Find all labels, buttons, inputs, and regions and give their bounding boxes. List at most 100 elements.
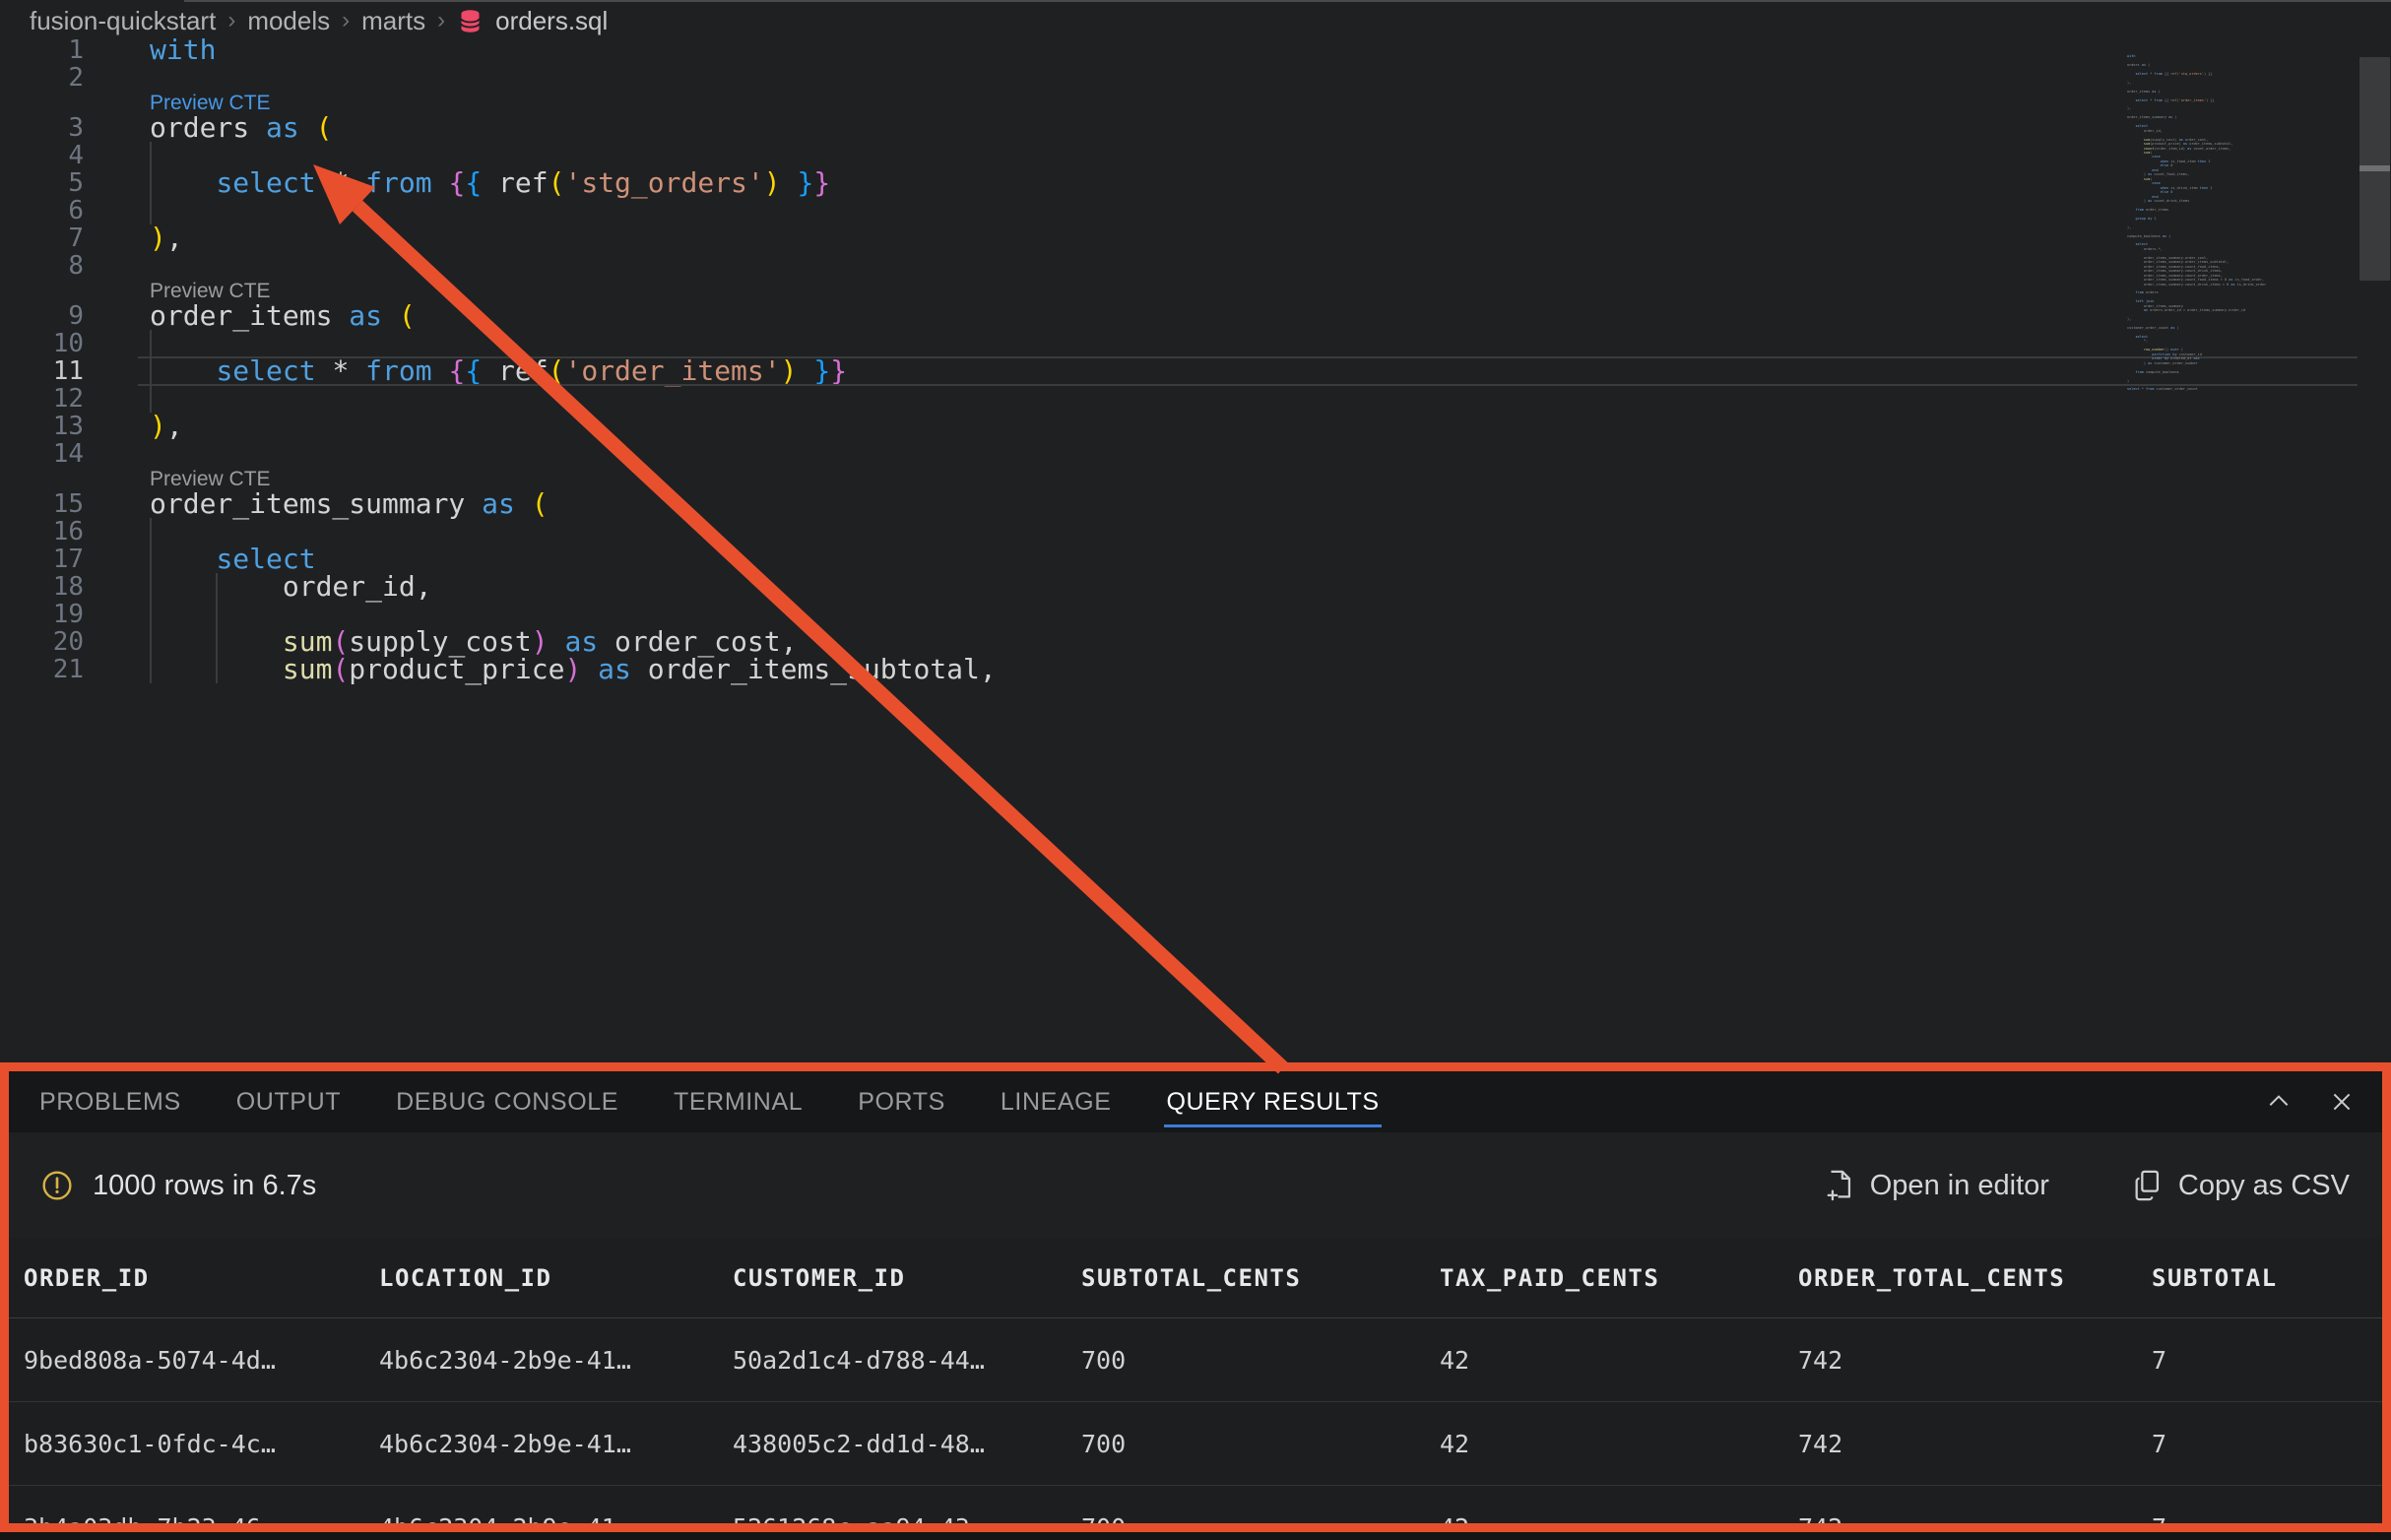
table-cell[interactable]: 7 [2137,1318,2382,1402]
table-cell[interactable]: 42 [1425,1486,1783,1533]
code-line[interactable]: 21 sum(product_price) as order_items_sub… [0,656,2358,683]
table-cell[interactable]: b83630c1-0fdc-4c… [9,1402,364,1486]
table-cell[interactable]: 50a2d1c4-d788-44… [718,1318,1066,1402]
panel-tabs: PROBLEMS OUTPUT DEBUG CONSOLE TERMINAL PORTS… [39,1071,2266,1132]
line-number: 5 [0,169,84,197]
table-cell[interactable]: 3b4a03db-7b23-46 [9,1486,364,1533]
code-line[interactable]: 8 [0,252,2358,280]
scrollbar-current-line-marker [2359,165,2390,171]
open-in-editor-icon [1825,1169,1854,1202]
query-results-table: ORDER_IDLOCATION_IDCUSTOMER_IDSUBTOTAL_C… [9,1239,2382,1532]
code-line[interactable]: 15 order_items_summary as ( [0,490,2358,518]
code-line-text [138,385,2358,413]
code-line-text [138,252,2358,280]
panel-tab-ports[interactable]: PORTS [858,1071,945,1132]
indent-guide [150,656,152,683]
breadcrumb-item[interactable]: models [247,6,330,36]
panel-tab-output[interactable]: OUTPUT [236,1071,341,1132]
copy-as-csv-button[interactable]: Copy as CSV [2133,1169,2350,1202]
code-line[interactable]: 5 select * from {{ ref('stg_orders') }} [0,169,2358,197]
column-header[interactable]: CUSTOMER_ID [718,1239,1066,1318]
code-line[interactable]: 3orders as ( [0,114,2358,142]
database-icon [457,8,484,34]
open-in-editor-button[interactable]: Open in editor [1825,1169,2049,1202]
table-cell[interactable]: 700 [1066,1486,1425,1533]
line-number: 16 [0,518,84,545]
code-line[interactable]: 9order_items as ( [0,302,2358,330]
table-cell[interactable]: 5261268c-aa94-43 [718,1486,1066,1533]
code-line[interactable]: 20 sum(supply_cost) as order_cost, [0,628,2358,656]
table-row[interactable]: 9bed808a-5074-4d…4b6c2304-2b9e-41…50a2d1… [9,1318,2382,1402]
line-number: 6 [0,197,84,225]
indent-guide [150,169,152,197]
line-number: 15 [0,490,84,518]
breadcrumb-item[interactable]: marts [361,6,425,36]
table-cell[interactable]: 4b6c2304-2b9e-41… [364,1318,718,1402]
close-icon[interactable] [2329,1089,2355,1115]
breadcrumb-item[interactable]: fusion-quickstart [30,6,216,36]
table-cell[interactable]: 742 [1783,1402,2137,1486]
line-number: 19 [0,601,84,628]
line-number: 11 [0,357,84,385]
indent-guide [150,545,152,573]
chevron-up-icon[interactable] [2266,1089,2292,1115]
column-header[interactable]: SUBTOTAL [2137,1239,2382,1318]
code-line-text: order_items_summary as ( [138,490,2358,518]
table-cell[interactable]: 700 [1066,1402,1425,1486]
column-header[interactable]: ORDER_ID [9,1239,364,1318]
code-line[interactable]: 2 [0,64,2358,92]
indent-guide [150,357,152,385]
panel-window-controls [2266,1089,2355,1115]
column-header[interactable]: ORDER_TOTAL_CENTS [1783,1239,2137,1318]
table-cell[interactable]: 42 [1425,1402,1783,1486]
results-actions: Open in editor Copy as CSV [1825,1169,2350,1202]
indent-guide [150,142,152,169]
breadcrumb-separator: › [342,7,350,34]
table-cell[interactable]: 742 [1783,1318,2137,1402]
warning-icon [41,1170,73,1201]
codelens-preview-cte[interactable]: Preview CTE [0,92,2358,114]
code-line[interactable]: 14 [0,440,2358,468]
code-line[interactable]: 12 [0,385,2358,413]
table-cell[interactable]: 4b6c2304-2b9e-41 [364,1486,718,1533]
code-line[interactable]: 11 select * from {{ ref('order_items') }… [0,357,2358,385]
code-line[interactable]: 4 [0,142,2358,169]
breadcrumb-file[interactable]: orders.sql [495,6,608,36]
line-number: 12 [0,385,84,413]
table-cell[interactable]: 42 [1425,1318,1783,1402]
panel-tab-terminal[interactable]: TERMINAL [674,1071,803,1132]
code-line[interactable]: 10 [0,330,2358,357]
column-header[interactable]: SUBTOTAL_CENTS [1066,1239,1425,1318]
code-line[interactable]: 18 order_id, [0,573,2358,601]
panel-tab-debug-console[interactable]: DEBUG CONSOLE [396,1071,618,1132]
table-cell[interactable]: 742 [1783,1486,2137,1533]
minimap[interactable]: with orders as ( select * from {{ ref('s… [2127,54,2356,392]
column-header[interactable]: LOCATION_ID [364,1239,718,1318]
panel-tab-lineage[interactable]: LINEAGE [1001,1071,1112,1132]
scrollbar-thumb[interactable] [2359,57,2390,281]
table-header-row: ORDER_IDLOCATION_IDCUSTOMER_IDSUBTOTAL_C… [9,1239,2382,1318]
line-number: 18 [0,573,84,601]
code-line[interactable]: 16 [0,518,2358,545]
panel-lower-edge [0,1532,2391,1540]
table-row[interactable]: 3b4a03db-7b23-464b6c2304-2b9e-415261268c… [9,1486,2382,1533]
table-cell[interactable]: 438005c2-dd1d-48… [718,1402,1066,1486]
table-cell[interactable]: 7 [2137,1402,2382,1486]
open-in-editor-label: Open in editor [1870,1170,2049,1202]
code-line-text [138,518,2358,545]
table-cell[interactable]: 4b6c2304-2b9e-41… [364,1402,718,1486]
code-line[interactable]: 13), [0,413,2358,440]
table-cell[interactable]: 9bed808a-5074-4d… [9,1318,364,1402]
code-line[interactable]: 6 [0,197,2358,225]
code-line[interactable]: 7), [0,225,2358,252]
line-number: 8 [0,252,84,280]
panel-tab-problems[interactable]: PROBLEMS [39,1071,181,1132]
column-header[interactable]: TAX_PAID_CENTS [1425,1239,1783,1318]
code-line[interactable]: 19 [0,601,2358,628]
code-line[interactable]: 17 select [0,545,2358,573]
table-cell[interactable]: 700 [1066,1318,1425,1402]
code-line-text: order_items as ( [138,302,2358,330]
table-row[interactable]: b83630c1-0fdc-4c…4b6c2304-2b9e-41…438005… [9,1402,2382,1486]
table-cell[interactable]: 7 [2137,1486,2382,1533]
panel-tab-query-results[interactable]: QUERY RESULTS [1166,1071,1379,1132]
